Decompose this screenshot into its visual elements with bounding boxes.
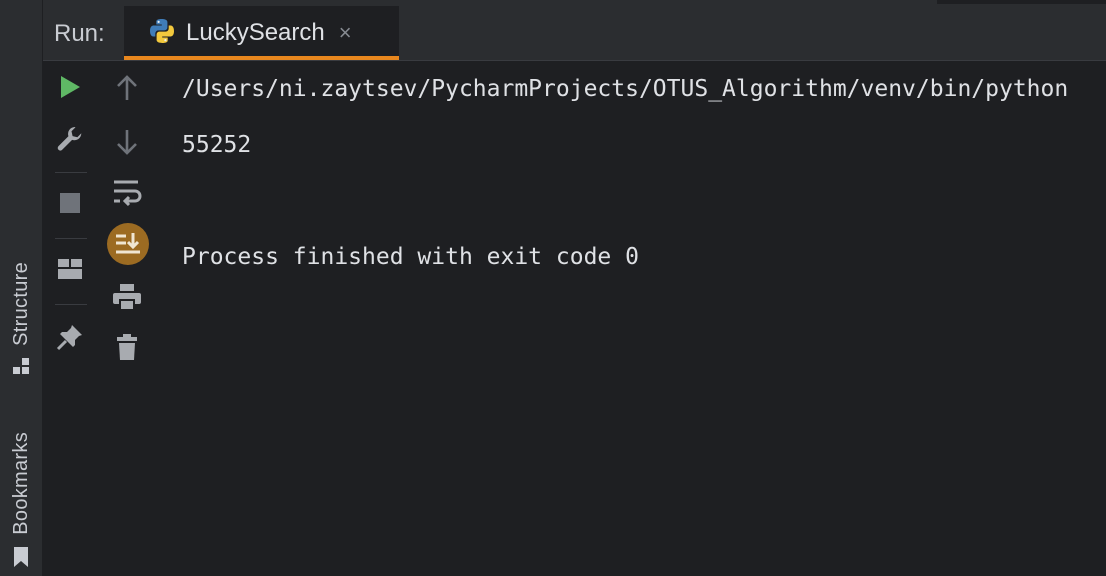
layout-icon — [57, 258, 83, 285]
arrow-down-icon — [116, 129, 138, 160]
pin-icon — [56, 323, 84, 356]
structure-icon — [11, 356, 31, 379]
console-output[interactable]: /Users/ni.zaytsev/PycharmProjects/OTUS_A… — [182, 60, 1106, 576]
scroll-to-end-button[interactable] — [106, 222, 150, 271]
wrench-icon — [56, 125, 84, 158]
arrow-up-icon — [116, 74, 138, 106]
python-icon — [148, 17, 176, 50]
print-button[interactable] — [109, 282, 145, 316]
console-exit-line: Process finished with exit code 0 — [182, 244, 639, 270]
bookmarks-label: Bookmarks — [9, 432, 32, 535]
rerun-button[interactable] — [51, 74, 89, 104]
bookmark-icon — [11, 545, 31, 572]
soft-wrap-icon — [112, 179, 142, 212]
run-label: Run: — [54, 20, 105, 47]
clear-all-button[interactable] — [109, 332, 145, 366]
trash-icon — [116, 333, 138, 366]
tab-luckysearch[interactable]: LuckySearch × — [124, 6, 399, 60]
restore-layout-button[interactable] — [51, 254, 89, 288]
toolbar-separator — [55, 304, 87, 305]
print-icon — [112, 283, 142, 316]
stop-icon — [60, 192, 80, 218]
structure-label: Structure — [9, 262, 32, 346]
console-output-line: 55252 — [182, 132, 252, 158]
tab-label: LuckySearch — [186, 19, 325, 46]
close-icon[interactable]: × — [339, 20, 352, 46]
scroll-to-end-icon — [106, 222, 150, 271]
run-panel: Run: LuckySearch × /Users/ni.zaytsev/Pyc… — [43, 0, 1106, 576]
run-header: Run: LuckySearch × — [43, 6, 1106, 61]
stop-button[interactable] — [51, 188, 89, 222]
toolbar-separator — [55, 172, 87, 173]
left-tool-stripe: Structure Bookmarks — [0, 0, 43, 576]
previous-occurrence-button[interactable] — [109, 74, 145, 106]
next-occurrence-button[interactable] — [109, 128, 145, 160]
console-command-line: /Users/ni.zaytsev/PycharmProjects/OTUS_A… — [182, 76, 1069, 102]
pin-tab-button[interactable] — [51, 322, 89, 356]
soft-wrap-button[interactable] — [109, 178, 145, 212]
edit-configuration-button[interactable] — [51, 124, 89, 158]
bookmarks-tool-tab[interactable]: Bookmarks — [0, 432, 42, 572]
toolbar-separator — [55, 238, 87, 239]
structure-tool-tab[interactable]: Structure — [0, 262, 42, 379]
run-icon — [59, 75, 81, 104]
